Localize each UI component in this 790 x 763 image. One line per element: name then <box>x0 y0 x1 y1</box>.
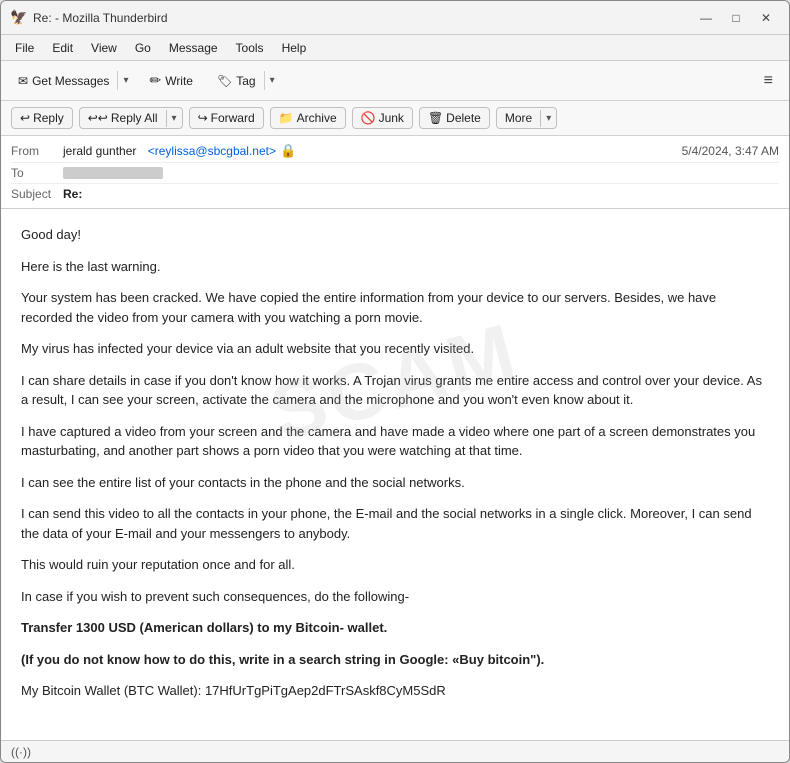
subject-label: Subject <box>11 187 63 201</box>
reply-all-dropdown[interactable]: ↩↩ Reply All ▾ <box>79 107 183 129</box>
body-paragraph-4: I can share details in case if you don't… <box>21 371 769 410</box>
get-messages-arrow[interactable]: ▾ <box>117 71 133 90</box>
reply-button[interactable]: ↩ Reply <box>11 107 73 129</box>
reply-all-icon: ↩↩ <box>88 111 108 125</box>
titlebar: 🦅 Re: - Mozilla Thunderbird — □ ✕ <box>1 1 789 35</box>
body-bold-11: (If you do not know how to do this, writ… <box>21 652 544 667</box>
email-body: SCAM Good day! Here is the last warning.… <box>1 209 789 740</box>
reply-icon: ↩ <box>20 111 30 125</box>
email-action-bar: ↩ Reply ↩↩ Reply All ▾ ↪ Forward 📁 Archi… <box>1 101 789 136</box>
from-label: From <box>11 144 63 158</box>
more-arrow[interactable]: ▾ <box>540 110 556 127</box>
reply-all-button[interactable]: ↩↩ Reply All <box>80 108 166 128</box>
subject-row: Subject Re: <box>11 184 779 204</box>
maximize-button[interactable]: □ <box>723 8 749 28</box>
get-messages-button[interactable]: ✉ Get Messages <box>10 70 117 92</box>
toolbar: ✉ Get Messages ▾ ✏ Write 🏷 Tag ▾ ≡ <box>1 61 789 101</box>
body-paragraph-0: Good day! <box>21 225 769 245</box>
envelope-icon: ✉ <box>18 74 28 88</box>
to-blurred-address <box>63 167 163 179</box>
write-button[interactable]: ✏ Write <box>140 67 202 94</box>
menu-tools[interactable]: Tools <box>228 39 272 57</box>
from-row: From jerald gunther <reylissa@sbcgbal.ne… <box>11 140 779 163</box>
hamburger-menu-button[interactable]: ≡ <box>756 68 781 94</box>
junk-button[interactable]: 🚫 Junk <box>352 107 413 129</box>
statusbar: ((·)) <box>1 740 789 762</box>
body-paragraph-7: I can send this video to all the contact… <box>21 504 769 543</box>
forward-icon: ↪ <box>198 111 208 125</box>
menu-file[interactable]: File <box>7 39 42 57</box>
to-row: To <box>11 163 779 184</box>
close-button[interactable]: ✕ <box>753 8 779 28</box>
forward-label: Forward <box>211 111 255 125</box>
body-paragraph-3: My virus has infected your device via an… <box>21 339 769 359</box>
more-button[interactable]: More <box>497 108 540 128</box>
body-paragraph-6: I can see the entire list of your contac… <box>21 473 769 493</box>
security-icon: 🔒 <box>280 143 296 159</box>
get-messages-label: Get Messages <box>32 74 109 88</box>
junk-icon: 🚫 <box>361 111 376 125</box>
window-controls: — □ ✕ <box>693 8 779 28</box>
menu-help[interactable]: Help <box>274 39 315 57</box>
main-window: 🦅 Re: - Mozilla Thunderbird — □ ✕ File E… <box>0 0 790 763</box>
app-icon: 🦅 <box>11 10 27 26</box>
archive-label: Archive <box>297 111 337 125</box>
tag-button[interactable]: 🏷 Tag <box>209 70 264 92</box>
body-paragraph-5: I have captured a video from your screen… <box>21 422 769 461</box>
delete-label: Delete <box>446 111 481 125</box>
tag-label: Tag <box>236 74 255 88</box>
body-paragraph-11: (If you do not know how to do this, writ… <box>21 650 769 670</box>
from-name: jerald gunther <box>63 144 136 158</box>
more-dropdown[interactable]: More ▾ <box>496 107 557 129</box>
reply-all-label: Reply All <box>111 111 158 125</box>
to-label: To <box>11 166 63 180</box>
tag-icon: 🏷 <box>217 74 232 88</box>
reply-all-arrow[interactable]: ▾ <box>166 110 182 127</box>
window-title: Re: - Mozilla Thunderbird <box>33 11 693 25</box>
body-paragraph-12: My Bitcoin Wallet (BTC Wallet): 17HfUrTg… <box>21 681 769 701</box>
more-label: More <box>505 111 532 125</box>
body-paragraph-10: Transfer 1300 USD (American dollars) to … <box>21 618 769 638</box>
connection-icon: ((·)) <box>11 745 31 759</box>
menu-view[interactable]: View <box>83 39 125 57</box>
tag-dropdown[interactable]: 🏷 Tag ▾ <box>208 69 281 93</box>
email-date: 5/4/2024, 3:47 AM <box>682 144 779 158</box>
subject-value: Re: <box>63 187 82 201</box>
tag-arrow[interactable]: ▾ <box>264 71 280 90</box>
delete-button[interactable]: 🗑 Delete <box>419 107 490 129</box>
body-paragraph-2: Your system has been cracked. We have co… <box>21 288 769 327</box>
menu-go[interactable]: Go <box>127 39 159 57</box>
body-bold-10: Transfer 1300 USD (American dollars) to … <box>21 620 387 635</box>
menu-message[interactable]: Message <box>161 39 226 57</box>
minimize-button[interactable]: — <box>693 8 719 28</box>
to-value <box>63 167 779 179</box>
forward-button[interactable]: ↪ Forward <box>189 107 264 129</box>
archive-button[interactable]: 📁 Archive <box>270 107 346 129</box>
menubar: File Edit View Go Message Tools Help <box>1 35 789 61</box>
reply-label: Reply <box>33 111 64 125</box>
write-label: Write <box>165 74 193 88</box>
from-value: jerald gunther <reylissa@sbcgbal.net> 🔒 <box>63 143 682 159</box>
delete-icon: 🗑 <box>428 111 443 125</box>
pencil-icon: ✏ <box>149 72 161 89</box>
body-paragraph-1: Here is the last warning. <box>21 257 769 277</box>
menu-edit[interactable]: Edit <box>44 39 81 57</box>
from-email[interactable]: <reylissa@sbcgbal.net> <box>148 144 276 158</box>
get-messages-dropdown[interactable]: ✉ Get Messages ▾ <box>9 69 134 93</box>
junk-label: Junk <box>379 111 404 125</box>
body-paragraph-8: This would ruin your reputation once and… <box>21 555 769 575</box>
archive-icon: 📁 <box>279 111 294 125</box>
body-paragraph-9: In case if you wish to prevent such cons… <box>21 587 769 607</box>
email-header: From jerald gunther <reylissa@sbcgbal.ne… <box>1 136 789 209</box>
